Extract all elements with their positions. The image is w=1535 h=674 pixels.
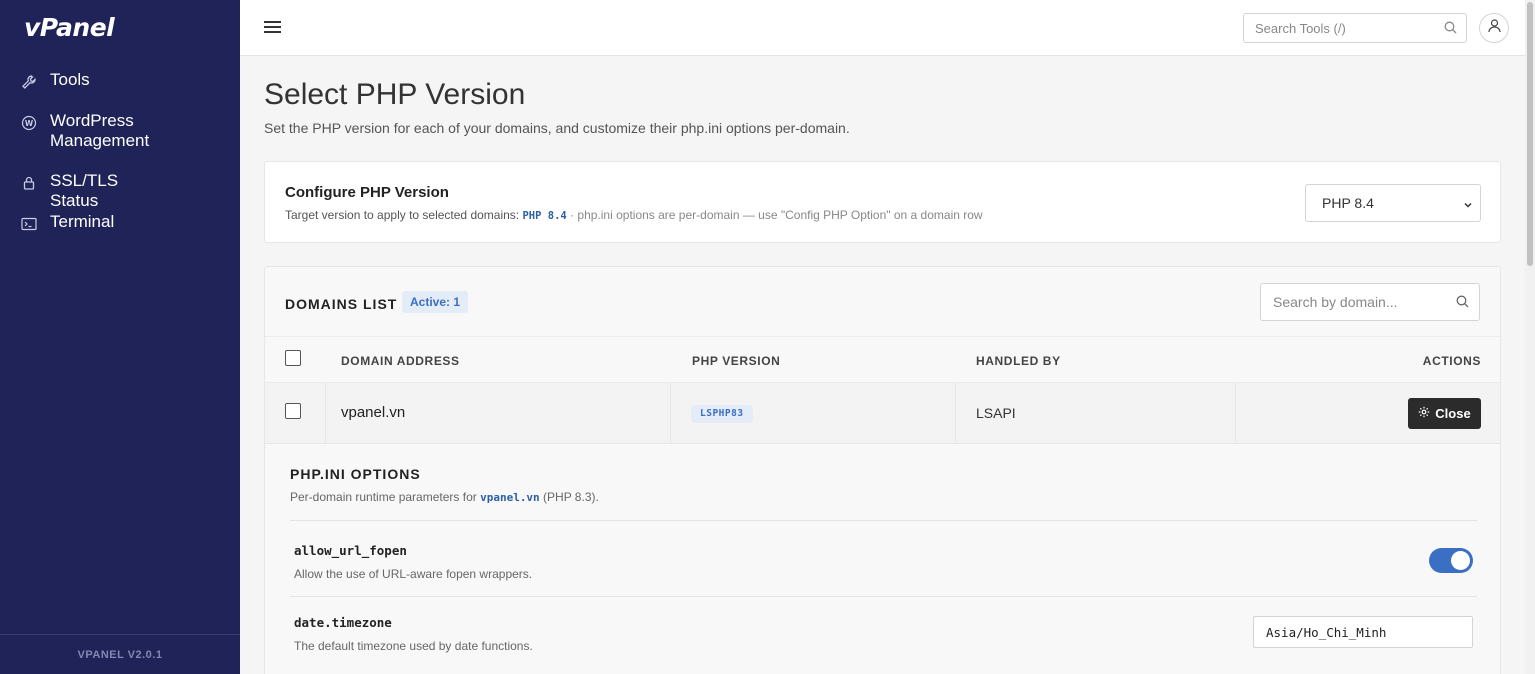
close-button[interactable]: Close [1408, 398, 1481, 429]
active-badge: Active: 1 [402, 291, 469, 313]
target-version: PHP 8.4 [522, 210, 567, 222]
column-handled-by: HANDLED BY [976, 354, 1061, 368]
gear-icon [1418, 406, 1430, 421]
php-version-badge: LSPHP83 [691, 405, 753, 423]
sidebar-item-label: WordPress Management [50, 111, 150, 150]
php-ini-panel: PHP.INI OPTIONS Per-domain runtime param… [265, 445, 1500, 674]
page-title: Select PHP Version [264, 78, 526, 111]
timezone-input[interactable] [1254, 617, 1472, 647]
allow-url-fopen-toggle[interactable] [1429, 548, 1473, 573]
domains-card: DOMAINS LIST Active: 1 DOMAIN ADDRESS PH… [264, 266, 1501, 674]
chevron-down-icon [1462, 198, 1474, 214]
option-name: allow_url_fopen [294, 543, 407, 558]
sidebar-item-wordpress[interactable]: W WordPress Management [20, 111, 170, 151]
configure-title: Configure PHP Version [285, 184, 449, 201]
domains-title: DOMAINS LIST [285, 296, 398, 312]
domain-search [1260, 283, 1480, 321]
php-ini-domain: vpanel.vn [480, 491, 540, 504]
column-domain: DOMAIN ADDRESS [341, 354, 460, 368]
user-menu-button[interactable] [1479, 13, 1509, 43]
wrench-icon [20, 73, 38, 91]
column-actions: ACTIONS [1422, 354, 1481, 368]
configure-php-card: Configure PHP Version Target version to … [264, 161, 1501, 243]
domains-header: DOMAINS LIST Active: 1 [265, 267, 1500, 337]
svg-text:W: W [25, 119, 34, 128]
php-option-row: allow_url_fopen Allow the use of URL-awa… [290, 520, 1477, 596]
option-name: date.timezone [294, 615, 392, 630]
menu-icon[interactable] [264, 18, 284, 36]
select-all-checkbox[interactable] [285, 350, 301, 366]
tool-search-input[interactable] [1244, 14, 1434, 42]
page-subtitle: Set the PHP version for each of your dom… [264, 120, 850, 136]
domain-name: vpanel.vn [341, 404, 406, 421]
wordpress-icon: W [20, 114, 38, 132]
option-description: Allow the use of URL-aware fopen wrapper… [294, 567, 533, 581]
sidebar: vPanel Tools W WordPress Management SSL/… [0, 0, 240, 674]
lock-icon [20, 174, 38, 192]
configure-description: Target version to apply to selected doma… [285, 208, 983, 222]
user-icon [1487, 18, 1501, 38]
domain-search-input[interactable] [1261, 284, 1441, 320]
sidebar-item-tools[interactable]: Tools [20, 70, 90, 91]
version-label: VPANEL V2.0.1 [0, 634, 240, 674]
handler: LSAPI [976, 405, 1016, 421]
topbar [240, 0, 1525, 56]
php-version-select[interactable]: PHP 8.4 [1305, 184, 1481, 222]
sidebar-item-label: Terminal [50, 212, 115, 231]
php-ini-description: Per-domain runtime parameters for vpanel… [290, 490, 599, 504]
php-option-row: date.timezone The default timezone used … [290, 596, 1477, 672]
timezone-field [1253, 616, 1473, 648]
sidebar-item-label: SSL/TLS Status [50, 171, 119, 210]
terminal-icon [20, 215, 38, 233]
logo[interactable]: vPanel [24, 13, 115, 42]
table-row: vpanel.vn LSPHP83 LSAPI Close [265, 383, 1500, 444]
sidebar-item-ssl[interactable]: SSL/TLS Status [20, 171, 170, 211]
row-checkbox[interactable] [285, 403, 301, 419]
scrollbar-thumb[interactable] [1527, 2, 1533, 266]
search-icon[interactable] [1444, 21, 1457, 39]
search-icon[interactable] [1456, 295, 1469, 313]
column-php-version: PHP VERSION [692, 354, 781, 368]
tool-search [1243, 13, 1467, 43]
table-header: DOMAIN ADDRESS PHP VERSION HANDLED BY AC… [265, 338, 1500, 383]
php-ini-title: PHP.INI OPTIONS [290, 466, 421, 482]
option-description: The default timezone used by date functi… [294, 639, 533, 653]
sidebar-item-terminal[interactable]: Terminal [20, 212, 114, 233]
scrollbar[interactable] [1525, 0, 1535, 674]
sidebar-item-label: Tools [50, 70, 90, 89]
